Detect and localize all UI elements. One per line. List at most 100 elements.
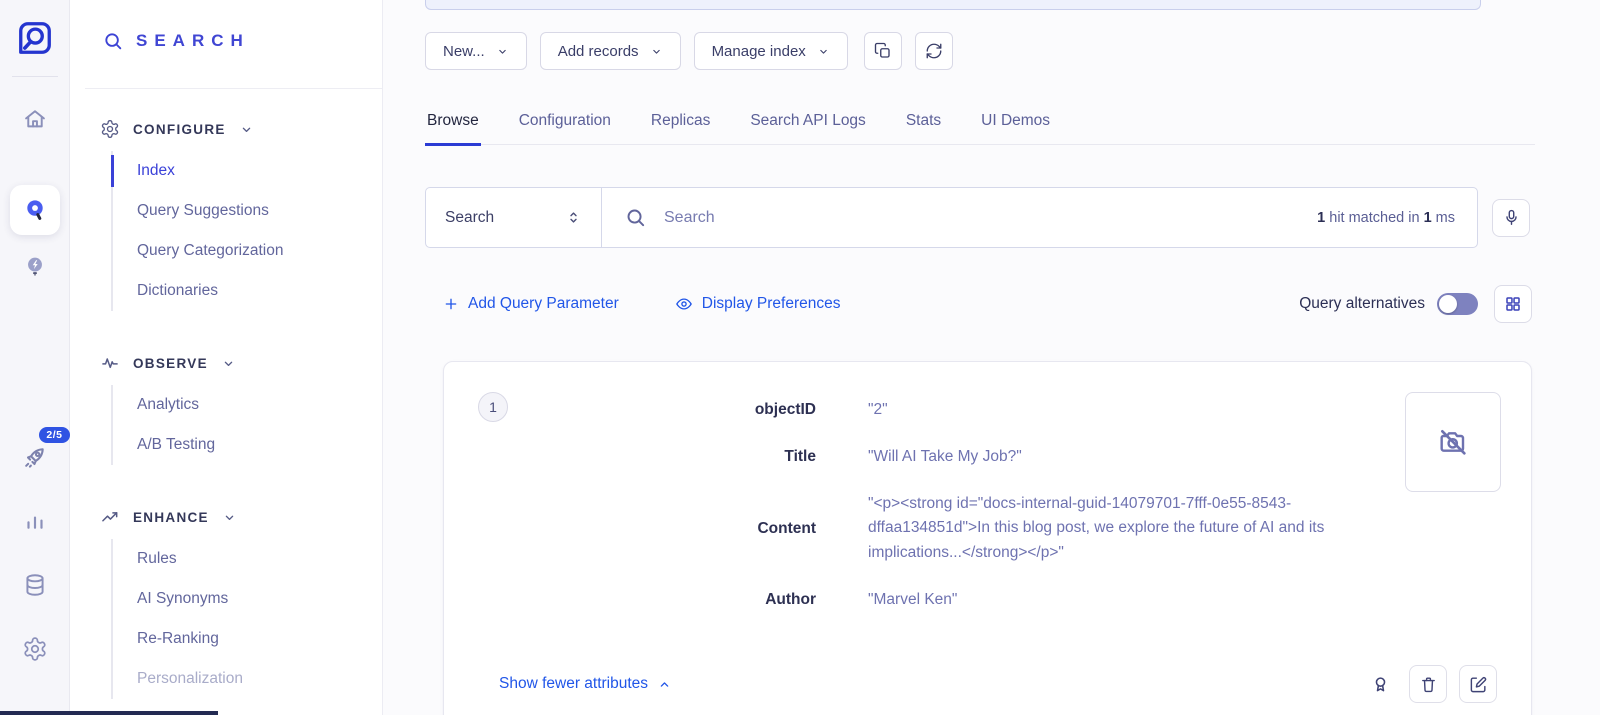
gear-icon[interactable] bbox=[13, 627, 57, 671]
chevron-down-icon bbox=[222, 510, 237, 525]
sidebar-item-query-categorization[interactable]: Query Categorization bbox=[113, 231, 382, 271]
tab-configuration[interactable]: Configuration bbox=[517, 102, 613, 146]
rail-bottom-group: 2/5 bbox=[13, 435, 57, 681]
hit-actions bbox=[1363, 665, 1497, 703]
product-header: SEARCH bbox=[70, 30, 382, 52]
field-row-objectid: objectID "2" bbox=[444, 398, 1531, 423]
chevron-down-icon bbox=[650, 45, 663, 58]
chevron-down-icon bbox=[496, 45, 509, 58]
sidebar-item-rules[interactable]: Rules bbox=[113, 539, 382, 579]
section-enhance-header[interactable]: ENHANCE bbox=[100, 507, 382, 527]
tab-replicas[interactable]: Replicas bbox=[649, 102, 712, 146]
sidebar-item-index[interactable]: Index bbox=[113, 151, 382, 191]
query-alternatives-label: Query alternatives bbox=[1299, 295, 1425, 313]
home-icon[interactable] bbox=[13, 97, 57, 141]
upgrade-rocket-icon[interactable]: 2/5 bbox=[13, 435, 57, 479]
field-row-author: Author "Marvel Ken" bbox=[444, 588, 1531, 613]
search-mode-value: Search bbox=[445, 209, 494, 227]
new-button[interactable]: New... bbox=[425, 32, 527, 70]
tab-search-api-logs[interactable]: Search API Logs bbox=[748, 102, 867, 146]
chevron-up-icon bbox=[657, 677, 672, 692]
recommend-icon[interactable] bbox=[13, 245, 57, 289]
rail-divider bbox=[12, 76, 58, 77]
search-bar: Search 1 hit matched in 1 ms bbox=[425, 187, 1478, 248]
search-row: Search 1 hit matched in 1 ms bbox=[425, 187, 1530, 248]
product-title: SEARCH bbox=[136, 31, 250, 51]
index-tabs: Browse Configuration Replicas Search API… bbox=[425, 102, 1535, 145]
sidebar-item-query-suggestions[interactable]: Query Suggestions bbox=[113, 191, 382, 231]
plus-icon bbox=[443, 296, 459, 312]
usage-badge: 2/5 bbox=[39, 427, 69, 443]
grid-view-icon[interactable] bbox=[1494, 285, 1532, 323]
show-fewer-label: Show fewer attributes bbox=[499, 675, 648, 693]
field-label: Title bbox=[476, 448, 816, 466]
updown-chevrons-icon bbox=[565, 209, 582, 226]
manage-index-button[interactable]: Manage index bbox=[694, 32, 848, 70]
field-value: "2" bbox=[868, 398, 1388, 423]
ranking-info-icon[interactable] bbox=[1363, 667, 1397, 701]
add-query-parameter-label: Add Query Parameter bbox=[468, 295, 619, 313]
image-placeholder bbox=[1405, 392, 1501, 492]
section-configure-header[interactable]: CONFIGURE bbox=[100, 119, 382, 139]
toggle-knob bbox=[1439, 295, 1457, 313]
field-value: "Will AI Take My Job?" bbox=[868, 445, 1388, 470]
display-preferences-link[interactable]: Display Preferences bbox=[675, 295, 841, 313]
sidebar-item-personalization[interactable]: Personalization bbox=[113, 659, 382, 699]
eye-icon bbox=[675, 295, 693, 313]
search-product-icon[interactable] bbox=[10, 185, 60, 235]
gear-icon bbox=[100, 119, 120, 139]
chevron-down-icon bbox=[239, 122, 254, 137]
microphone-icon[interactable] bbox=[1492, 199, 1530, 237]
section-label: CONFIGURE bbox=[133, 122, 226, 137]
section-enhance: ENHANCE Rules AI Synonyms Re-Ranking Per… bbox=[70, 507, 382, 699]
search-input[interactable] bbox=[664, 209, 1300, 227]
edit-record-icon[interactable] bbox=[1459, 665, 1497, 703]
sidebar-item-re-ranking[interactable]: Re-Ranking bbox=[113, 619, 382, 659]
database-icon[interactable] bbox=[13, 563, 57, 607]
sidebar-item-ab-testing[interactable]: A/B Testing bbox=[113, 425, 382, 465]
query-alternatives-toggle[interactable] bbox=[1437, 293, 1478, 315]
field-value: "Marvel Ken" bbox=[868, 588, 1388, 613]
index-toolbar: New... Add records Manage index bbox=[425, 32, 1600, 70]
show-fewer-attributes-link[interactable]: Show fewer attributes bbox=[499, 675, 672, 693]
hit-fields: objectID "2" Title "Will AI Take My Job?… bbox=[444, 398, 1531, 613]
sidebar-divider bbox=[85, 88, 382, 89]
chevron-down-icon bbox=[817, 45, 830, 58]
search-mode-select[interactable]: Search bbox=[426, 188, 602, 247]
field-value: "<p><strong id="docs-internal-guid-14079… bbox=[868, 492, 1388, 566]
camera-off-icon bbox=[1437, 426, 1469, 458]
search-icon bbox=[624, 206, 647, 229]
tab-ui-demos[interactable]: UI Demos bbox=[979, 102, 1052, 146]
search-sidebar: SEARCH CONFIGURE Index Query Suggestions… bbox=[70, 0, 383, 715]
tab-stats[interactable]: Stats bbox=[904, 102, 943, 146]
add-query-parameter-link[interactable]: Add Query Parameter bbox=[443, 295, 619, 313]
search-input-wrap: 1 hit matched in 1 ms bbox=[602, 188, 1477, 247]
tab-browse[interactable]: Browse bbox=[425, 102, 481, 146]
field-row-content: Content "<p><strong id="docs-internal-gu… bbox=[444, 492, 1531, 566]
stats-unit: ms bbox=[1432, 210, 1455, 226]
app-rail: 2/5 bbox=[0, 0, 70, 715]
bar-chart-icon[interactable] bbox=[13, 499, 57, 543]
index-selector-partial bbox=[425, 0, 1481, 10]
copy-icon[interactable] bbox=[864, 32, 902, 70]
sidebar-item-dictionaries[interactable]: Dictionaries bbox=[113, 271, 382, 311]
display-preferences-label: Display Preferences bbox=[702, 295, 841, 313]
hit-rank-badge: 1 bbox=[478, 392, 508, 422]
field-label: objectID bbox=[476, 401, 816, 419]
add-records-label: Add records bbox=[558, 43, 639, 60]
refresh-icon[interactable] bbox=[915, 32, 953, 70]
section-configure: CONFIGURE Index Query Suggestions Query … bbox=[70, 119, 382, 311]
bottom-edge-strip bbox=[0, 711, 218, 715]
algolia-logo[interactable] bbox=[13, 16, 57, 60]
sidebar-item-ai-synonyms[interactable]: AI Synonyms bbox=[113, 579, 382, 619]
section-label: OBSERVE bbox=[133, 356, 208, 371]
section-observe: OBSERVE Analytics A/B Testing bbox=[70, 353, 382, 465]
sidebar-item-analytics[interactable]: Analytics bbox=[113, 385, 382, 425]
stats-text: hit matched in bbox=[1325, 210, 1423, 226]
delete-record-icon[interactable] bbox=[1409, 665, 1447, 703]
field-label: Author bbox=[476, 591, 816, 609]
add-records-button[interactable]: Add records bbox=[540, 32, 681, 70]
main-content: New... Add records Manage index Browse C… bbox=[383, 0, 1600, 715]
search-stats: 1 hit matched in 1 ms bbox=[1317, 210, 1455, 226]
section-observe-header[interactable]: OBSERVE bbox=[100, 353, 382, 373]
